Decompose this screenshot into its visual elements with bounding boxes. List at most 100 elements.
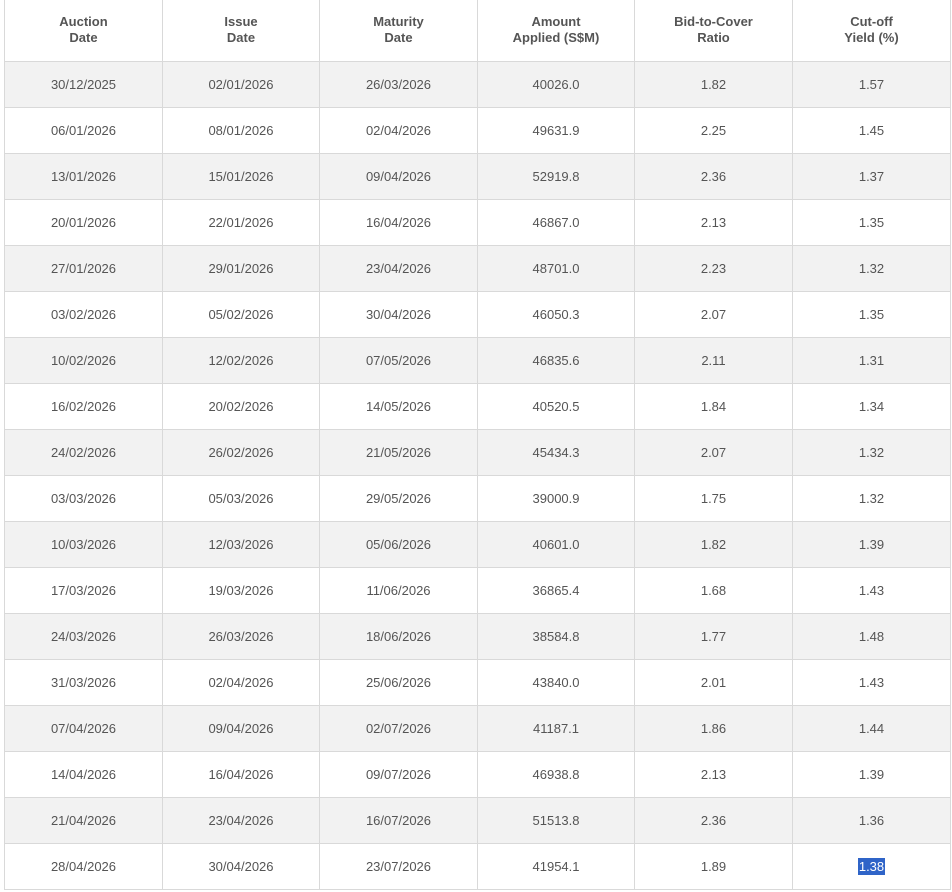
cell-value: 29/05/2026: [365, 490, 432, 506]
cell-value: 2.36: [700, 168, 727, 184]
cell-value: 21/04/2026: [50, 812, 117, 828]
cell-amount-applied: 41954.1: [477, 843, 635, 890]
cell-bid-to-cover-ratio: 2.36: [634, 797, 793, 844]
cell-value: 1.86: [700, 720, 727, 736]
cell-cut-off-yield: 1.48: [792, 613, 951, 660]
cell-cut-off-yield: 1.36: [792, 797, 951, 844]
cell-value: 05/06/2026: [365, 536, 432, 552]
cell-value: 1.32: [858, 260, 885, 276]
cell-value: 1.89: [700, 858, 727, 874]
cell-cut-off-yield: 1.35: [792, 199, 951, 246]
cell-value: 29/01/2026: [208, 260, 274, 276]
cell-auction-date: 30/12/2025: [4, 61, 163, 108]
table-body: 30/12/2025 02/01/2026 26/03/2026 40026.0 1.8…: [4, 61, 951, 890]
cell-value: 2.23: [700, 260, 727, 276]
cell-value: 1.43: [858, 674, 885, 690]
header-line: Auction: [59, 14, 108, 30]
cell-value: 06/01/2026: [50, 122, 117, 138]
cell-auction-date: 03/03/2026: [4, 475, 163, 522]
cell-value: 09/07/2026: [365, 766, 432, 782]
cell-value: 46938.8: [532, 766, 580, 782]
cell-bid-to-cover-ratio: 2.36: [634, 153, 793, 200]
cell-value: 52919.8: [532, 168, 580, 184]
cell-amount-applied: 45434.3: [477, 429, 635, 476]
cell-auction-date: 24/03/2026: [4, 613, 163, 660]
cell-value: 1.82: [700, 536, 727, 552]
header-issue-date: Issue Date: [162, 0, 320, 62]
table-row: 10/03/2026 12/03/2026 05/06/2026 40601.0 1.8…: [4, 521, 951, 568]
cell-value: 09/04/2026: [208, 720, 274, 736]
cell-value: 21/05/2026: [365, 444, 432, 460]
cell-bid-to-cover-ratio: 1.86: [634, 705, 793, 752]
table-row: 13/01/2026 15/01/2026 09/04/2026 52919.8 2.3…: [4, 153, 951, 200]
cell-value: 19/03/2026: [208, 582, 274, 598]
header-maturity-date: Maturity Date: [319, 0, 478, 62]
cell-value: 03/03/2026: [50, 490, 117, 506]
cell-value: 11/06/2026: [366, 582, 431, 598]
cell-maturity-date: 14/05/2026: [319, 383, 478, 430]
selected-text: 1.38: [857, 857, 886, 875]
cell-maturity-date: 02/07/2026: [319, 705, 478, 752]
cell-amount-applied: 46050.3: [477, 291, 635, 338]
cell-bid-to-cover-ratio: 2.01: [634, 659, 793, 706]
cell-cut-off-yield: 1.57: [792, 61, 951, 108]
cell-amount-applied: 52919.8: [477, 153, 635, 200]
cell-value: 14/04/2026: [50, 766, 117, 782]
cell-cut-off-yield: 1.44: [792, 705, 951, 752]
cell-auction-date: 31/03/2026: [4, 659, 163, 706]
cell-amount-applied: 40026.0: [477, 61, 635, 108]
cell-value: 2.01: [700, 674, 727, 690]
table-row: 17/03/2026 19/03/2026 11/06/2026 36865.4 1.6…: [4, 567, 951, 614]
cell-bid-to-cover-ratio: 1.82: [634, 521, 793, 568]
cell-value: 05/02/2026: [208, 306, 274, 322]
cell-value: 1.48: [858, 628, 885, 644]
cell-cut-off-yield: 1.34: [792, 383, 951, 430]
cell-maturity-date: 02/04/2026: [319, 107, 478, 154]
cell-value: 16/07/2026: [365, 812, 432, 828]
cell-value: 2.13: [700, 214, 727, 230]
cell-maturity-date: 11/06/2026: [319, 567, 478, 614]
cell-value: 1.39: [858, 766, 885, 782]
cell-cut-off-yield: 1.32: [792, 475, 951, 522]
cell-value: 20/01/2026: [50, 214, 117, 230]
cell-amount-applied: 39000.9: [477, 475, 635, 522]
cell-issue-date: 12/02/2026: [162, 337, 320, 384]
cell-value: 02/04/2026: [365, 122, 432, 138]
cell-amount-applied: 51513.8: [477, 797, 635, 844]
cell-maturity-date: 23/04/2026: [319, 245, 478, 292]
cell-value: 23/04/2026: [208, 812, 274, 828]
cell-cut-off-yield: 1.35: [792, 291, 951, 338]
cell-value: 30/12/2025: [50, 76, 117, 92]
cell-amount-applied: 38584.8: [477, 613, 635, 660]
cell-value: 10/03/2026: [50, 536, 117, 552]
cell-auction-date: 13/01/2026: [4, 153, 163, 200]
cell-value: 46050.3: [532, 306, 580, 322]
header-line: Bid-to-Cover: [674, 14, 753, 30]
cell-value: 07/04/2026: [50, 720, 117, 736]
cell-bid-to-cover-ratio: 2.11: [634, 337, 793, 384]
cell-value: 18/06/2026: [365, 628, 432, 644]
cell-amount-applied: 41187.1: [477, 705, 635, 752]
header-row: Auction Date Issue Date Maturity Date Am…: [4, 0, 951, 62]
cell-maturity-date: 25/06/2026: [319, 659, 478, 706]
cell-issue-date: 02/01/2026: [162, 61, 320, 108]
cell-maturity-date: 07/05/2026: [319, 337, 478, 384]
cell-value: 49631.9: [532, 122, 580, 138]
cell-auction-date: 28/04/2026: [4, 843, 163, 890]
cell-issue-date: 09/04/2026: [162, 705, 320, 752]
cell-value: 1.35: [858, 214, 885, 230]
cell-value: 12/03/2026: [208, 536, 274, 552]
cell-bid-to-cover-ratio: 1.82: [634, 61, 793, 108]
header-line: Ratio: [697, 30, 730, 46]
cell-auction-date: 16/02/2026: [4, 383, 163, 430]
cell-issue-date: 15/01/2026: [162, 153, 320, 200]
cell-value: 36865.4: [532, 582, 580, 598]
cell-value: 2.36: [700, 812, 727, 828]
cell-amount-applied: 49631.9: [477, 107, 635, 154]
cell-maturity-date: 30/04/2026: [319, 291, 478, 338]
cell-cut-off-yield: 1.39: [792, 521, 951, 568]
cell-value: 15/01/2026: [208, 168, 274, 184]
cell-value: 16/04/2026: [208, 766, 274, 782]
cell-value: 1.44: [858, 720, 885, 736]
table-row: 07/04/2026 09/04/2026 02/07/2026 41187.1 1.8…: [4, 705, 951, 752]
